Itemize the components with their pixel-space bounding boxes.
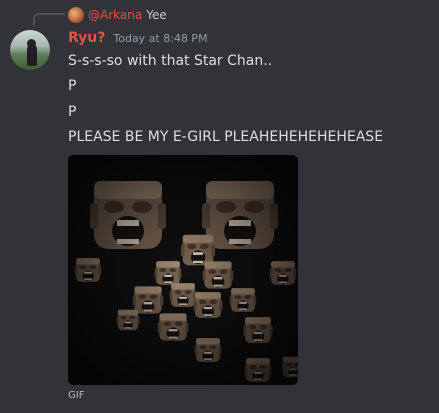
reply-spine (33, 13, 65, 26)
message-header: Ryu? Today at 8:48 PM (68, 30, 208, 46)
avatar-person-body (27, 44, 37, 66)
message-line: P (68, 104, 77, 120)
gif-image (68, 155, 298, 385)
reply-author[interactable]: @Arkana (88, 8, 142, 22)
message-line: P (68, 78, 77, 94)
author-name[interactable]: Ryu? (68, 30, 105, 46)
gif-label: GIF (68, 390, 85, 401)
reply-avatar[interactable] (68, 7, 84, 23)
gif-attachment[interactable] (68, 155, 298, 385)
reply-preview[interactable]: @Arkana Yee (68, 6, 167, 24)
reply-text[interactable]: Yee (146, 8, 167, 22)
message-line: PLEASE BE MY E-GIRL PLEAHEHEHEHEHEASE (68, 129, 384, 145)
avatar[interactable] (10, 30, 50, 70)
message-line: S-s-s-so with that Star Chan.. (68, 53, 273, 69)
timestamp[interactable]: Today at 8:48 PM (113, 32, 207, 45)
